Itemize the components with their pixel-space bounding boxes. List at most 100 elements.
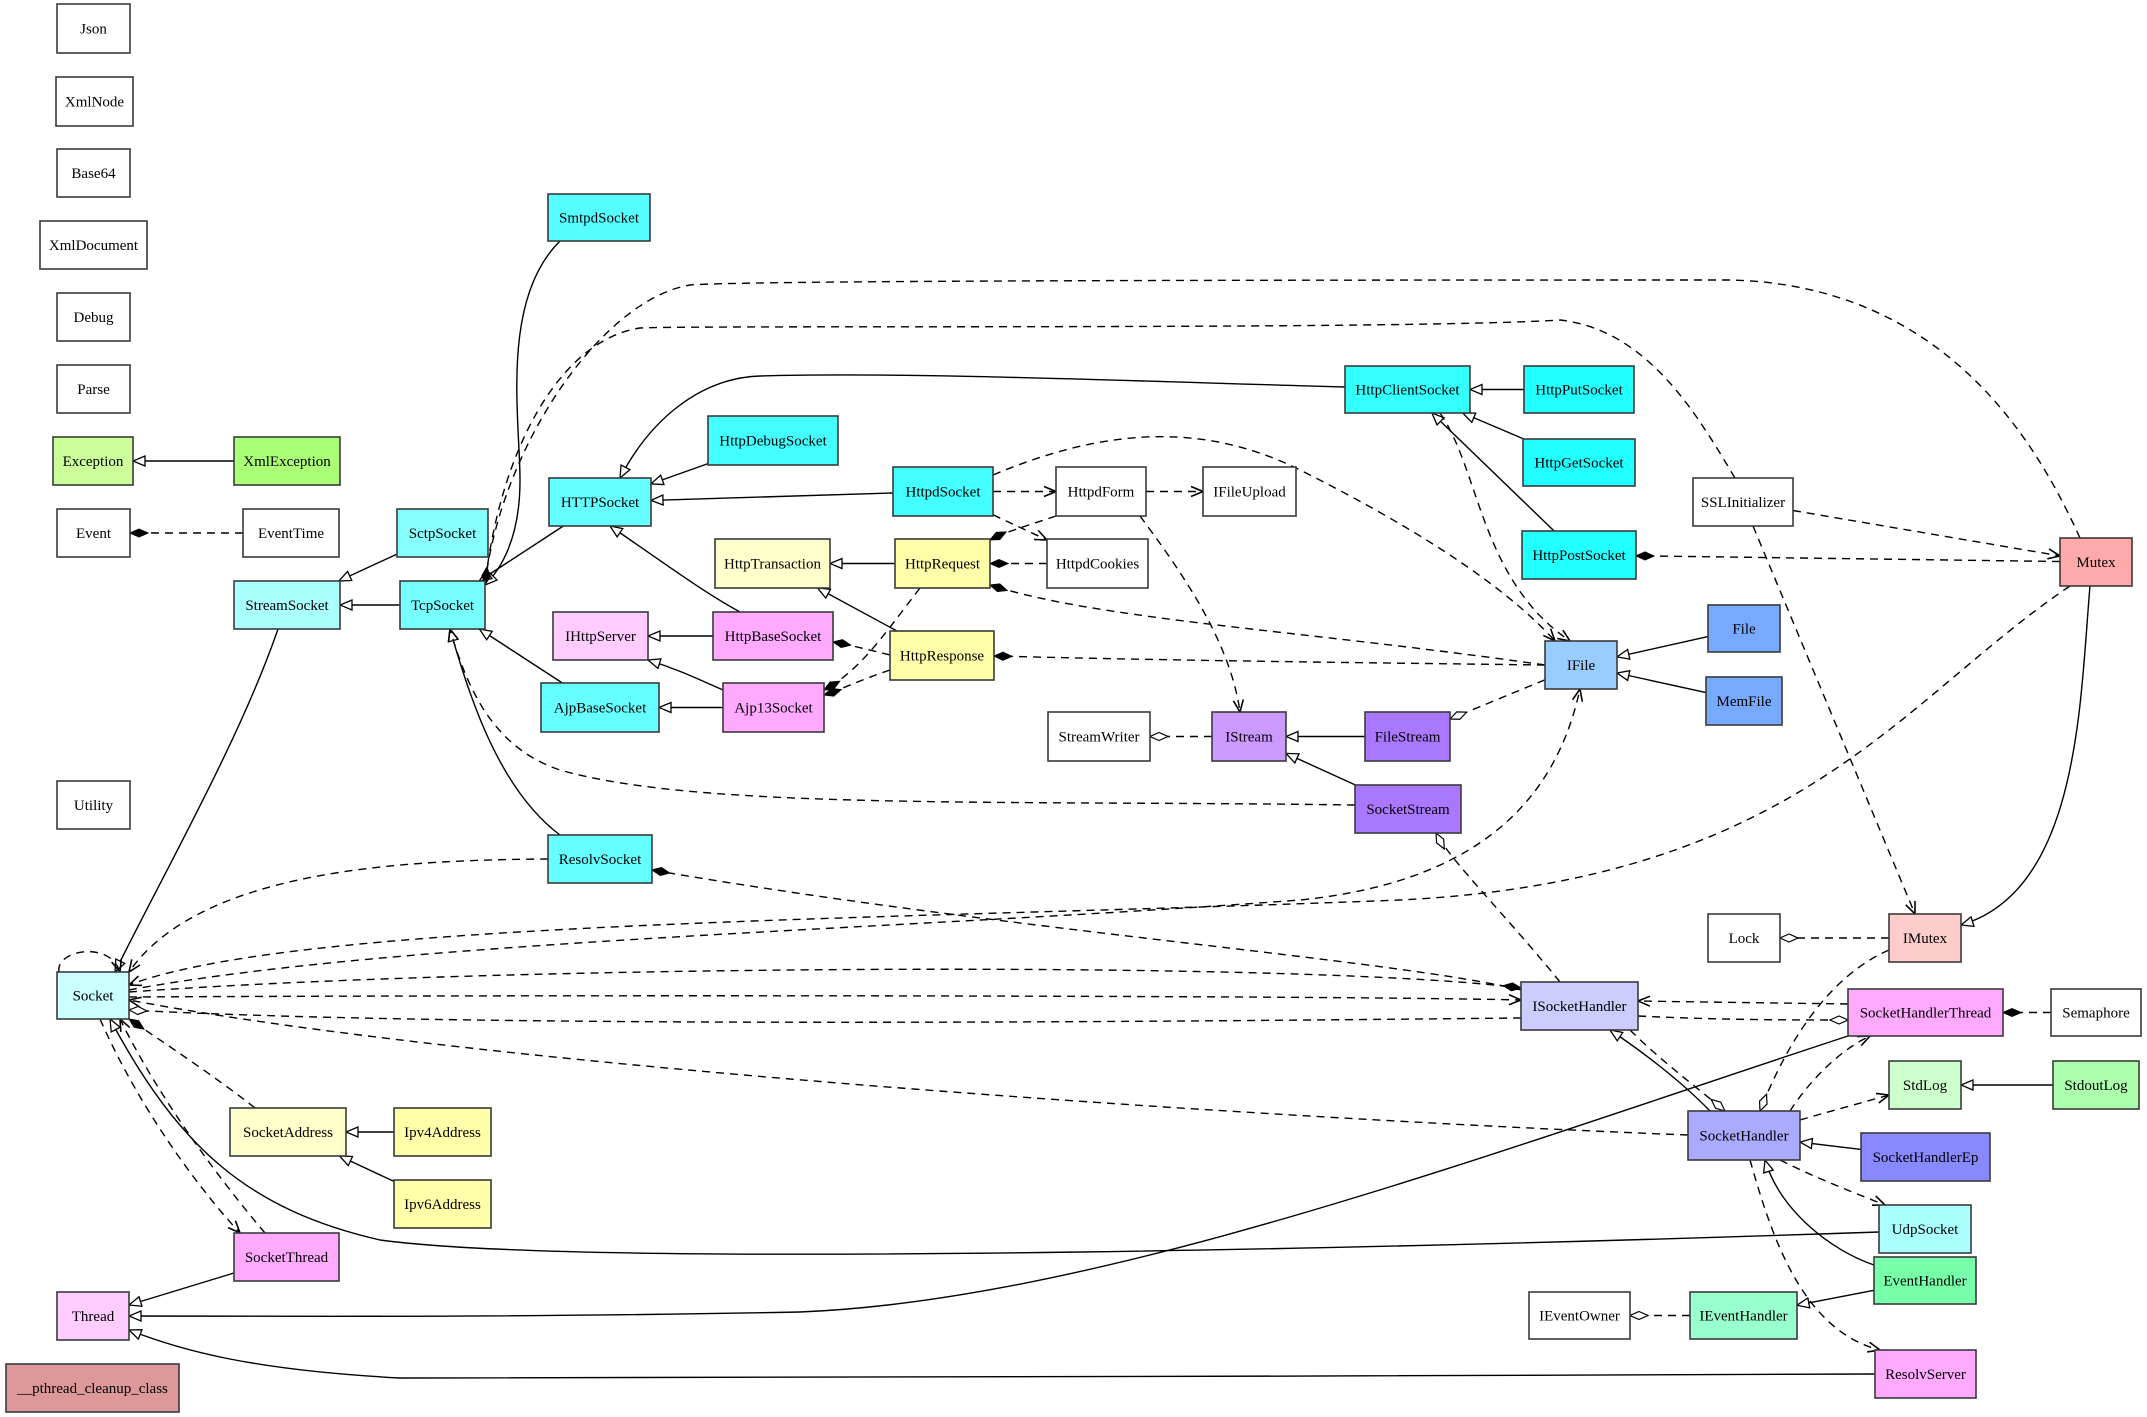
- class-node-ifileupload[interactable]: IFileUpload: [1202, 466, 1297, 517]
- class-node-ajp13socket[interactable]: Ajp13Socket: [722, 682, 825, 733]
- class-node-exception[interactable]: Exception: [52, 436, 134, 486]
- class-node-semaphore[interactable]: Semaphore: [2050, 988, 2142, 1037]
- class-node-ihttpserver[interactable]: IHttpServer: [552, 611, 649, 661]
- class-label: StdLog: [1903, 1078, 1948, 1094]
- class-node-base64[interactable]: Base64: [56, 148, 131, 198]
- class-node-istream[interactable]: IStream: [1211, 711, 1287, 762]
- class-label: StreamWriter: [1058, 730, 1139, 746]
- class-node-httppostsocket[interactable]: HttpPostSocket: [1521, 530, 1637, 580]
- edge-inherits-ipv6address-to-socketaddress: [340, 1156, 395, 1183]
- class-node-sslinitializer[interactable]: SSLInitializer: [1692, 477, 1794, 527]
- class-label: Thread: [72, 1309, 115, 1325]
- class-label: FileStream: [1375, 730, 1441, 746]
- class-node-sockethandler[interactable]: SocketHandler: [1687, 1110, 1801, 1161]
- class-node-httpsocket[interactable]: HTTPSocket: [548, 477, 652, 527]
- edge-composition-ifile-to-httprequest: [990, 585, 1546, 666]
- class-node-httptransaction[interactable]: HttpTransaction: [714, 538, 831, 589]
- edge-inherits-sctpsocket-to-streamsocket: [339, 553, 398, 581]
- class-node-imutex[interactable]: IMutex: [1888, 913, 1962, 963]
- class-node-parse[interactable]: Parse: [56, 364, 131, 414]
- class-node-pthread-cleanup-class[interactable]: __pthread_cleanup_class: [5, 1363, 180, 1413]
- class-label: HTTPSocket: [561, 495, 640, 511]
- class-node-event[interactable]: Event: [56, 508, 131, 558]
- class-label: Semaphore: [2062, 1006, 2130, 1022]
- class-node-json[interactable]: Json: [56, 3, 131, 54]
- class-node-resolvserver[interactable]: ResolvServer: [1874, 1349, 1977, 1399]
- class-node-ipv6address[interactable]: Ipv6Address: [393, 1179, 492, 1229]
- class-node-httpdcookies[interactable]: HttpdCookies: [1046, 538, 1149, 589]
- class-node-resolvsocket[interactable]: ResolvSocket: [547, 834, 653, 884]
- class-node-httpdsocket[interactable]: HttpdSocket: [892, 466, 994, 517]
- class-node-xmlexception[interactable]: XmlException: [233, 436, 341, 486]
- class-node-debug[interactable]: Debug: [56, 292, 131, 342]
- class-node-httpbasesocket[interactable]: HttpBaseSocket: [712, 611, 834, 661]
- edge-inherits-httpdebugsocket-to-httpsocket: [651, 462, 709, 484]
- class-node-memfile[interactable]: MemFile: [1705, 676, 1783, 726]
- class-label: Ipv4Address: [404, 1125, 481, 1141]
- class-node-isockethandler[interactable]: ISocketHandler: [1520, 981, 1639, 1031]
- class-node-utility[interactable]: Utility: [56, 780, 131, 830]
- class-label: ISocketHandler: [1532, 999, 1626, 1015]
- class-node-httpdebugsocket[interactable]: HttpDebugSocket: [707, 415, 839, 466]
- class-node-httpclientsocket[interactable]: HttpClientSocket: [1344, 365, 1471, 414]
- edge-uses-sockethandlerthread-to-isockethandler: [1638, 1001, 1849, 1004]
- edge-aggregation-ifile-to-filestream: [1450, 679, 1546, 719]
- class-node-mutex[interactable]: Mutex: [2059, 537, 2133, 587]
- class-label: HttpClientSocket: [1355, 383, 1460, 399]
- class-node-socketaddress[interactable]: SocketAddress: [229, 1107, 347, 1157]
- class-node-lock[interactable]: Lock: [1707, 913, 1781, 963]
- class-node-socketstream[interactable]: SocketStream: [1354, 784, 1462, 834]
- class-node-httpresponse[interactable]: HttpResponse: [889, 630, 995, 681]
- class-node-sctpsocket[interactable]: SctpSocket: [396, 508, 489, 558]
- edge-uses-httpdform-to-istream: [1139, 515, 1240, 712]
- class-node-file[interactable]: File: [1707, 604, 1781, 653]
- class-node-eventhandler[interactable]: EventHandler: [1873, 1256, 1977, 1305]
- class-node-sockethandlerep[interactable]: SocketHandlerEp: [1860, 1132, 1991, 1182]
- class-label: Ajp13Socket: [734, 701, 813, 717]
- class-node-tcpsocket[interactable]: TcpSocket: [399, 580, 486, 630]
- class-label: SocketHandlerThread: [1860, 1006, 1992, 1022]
- nodes-layer: Json XmlNode Base64 XmlDocument Debug Parse Ex…: [5, 3, 2142, 1413]
- class-node-streamwriter[interactable]: StreamWriter: [1047, 711, 1151, 762]
- class-node-stdlog[interactable]: StdLog: [1888, 1060, 1962, 1110]
- class-node-ieventhandler[interactable]: IEventHandler: [1689, 1291, 1798, 1340]
- class-node-httpdform[interactable]: HttpdForm: [1055, 466, 1147, 517]
- class-node-ajpbasesocket[interactable]: AjpBaseSocket: [540, 682, 660, 733]
- class-node-sockethandlerthread[interactable]: SocketHandlerThread: [1847, 988, 2004, 1037]
- edge-inherits-udpsocket-to-socket: [110, 1019, 1880, 1255]
- class-label: HttpRequest: [905, 557, 981, 573]
- edge-aggregation-socketstream-to-isockethandler: [1436, 833, 1561, 983]
- edge-uses-socket-to-socketthread: [99, 1018, 240, 1233]
- class-label: IHttpServer: [565, 629, 636, 645]
- edge-aggregation-isockethandler-to-sockethandler: [1629, 1029, 1725, 1111]
- class-node-udpsocket[interactable]: UdpSocket: [1878, 1204, 1972, 1254]
- class-node-streamsocket[interactable]: StreamSocket: [233, 580, 341, 630]
- class-node-socketthread[interactable]: SocketThread: [233, 1232, 340, 1282]
- class-node-ifile[interactable]: IFile: [1544, 640, 1618, 690]
- class-node-filestream[interactable]: FileStream: [1364, 711, 1451, 762]
- class-label: AjpBaseSocket: [554, 701, 647, 717]
- class-node-ieventowner[interactable]: IEventOwner: [1528, 1291, 1631, 1340]
- class-label: Lock: [1729, 931, 1760, 947]
- class-node-httpputsocket[interactable]: HttpPutSocket: [1523, 365, 1635, 414]
- class-label: MemFile: [1717, 694, 1772, 710]
- class-node-xmldocument[interactable]: XmlDocument: [39, 220, 148, 270]
- edge-composition-httpresponse-to-httpbasesocket: [833, 642, 891, 656]
- class-node-xmlnode[interactable]: XmlNode: [55, 76, 134, 127]
- class-label: HttpResponse: [900, 649, 985, 665]
- edge-uses-httpdsocket-to-httpdcookies: [992, 514, 1047, 540]
- class-node-eventtime[interactable]: EventTime: [242, 508, 340, 558]
- edge-inherits-eventhandler-to-sockethandler: [1765, 1160, 1875, 1266]
- class-node-smtpdsocket[interactable]: SmtpdSocket: [547, 193, 651, 242]
- class-node-httpgetsocket[interactable]: HttpGetSocket: [1522, 438, 1636, 487]
- edge-composition-isockethandler-to-resolvsocket: [652, 870, 1522, 991]
- class-node-socket[interactable]: Socket: [56, 971, 130, 1020]
- edge-uses-socket-to-isockethandler: [128, 996, 1521, 1000]
- class-node-stdoutlog[interactable]: StdoutLog: [2052, 1060, 2140, 1110]
- edge-composition-socket-to-isockethandler: [128, 968, 1521, 993]
- class-node-thread[interactable]: Thread: [56, 1291, 130, 1341]
- class-node-ipv4address[interactable]: Ipv4Address: [393, 1107, 492, 1157]
- class-label: Parse: [77, 382, 110, 398]
- class-node-httprequest[interactable]: HttpRequest: [894, 538, 991, 589]
- class-label: HttpGetSocket: [1534, 456, 1624, 472]
